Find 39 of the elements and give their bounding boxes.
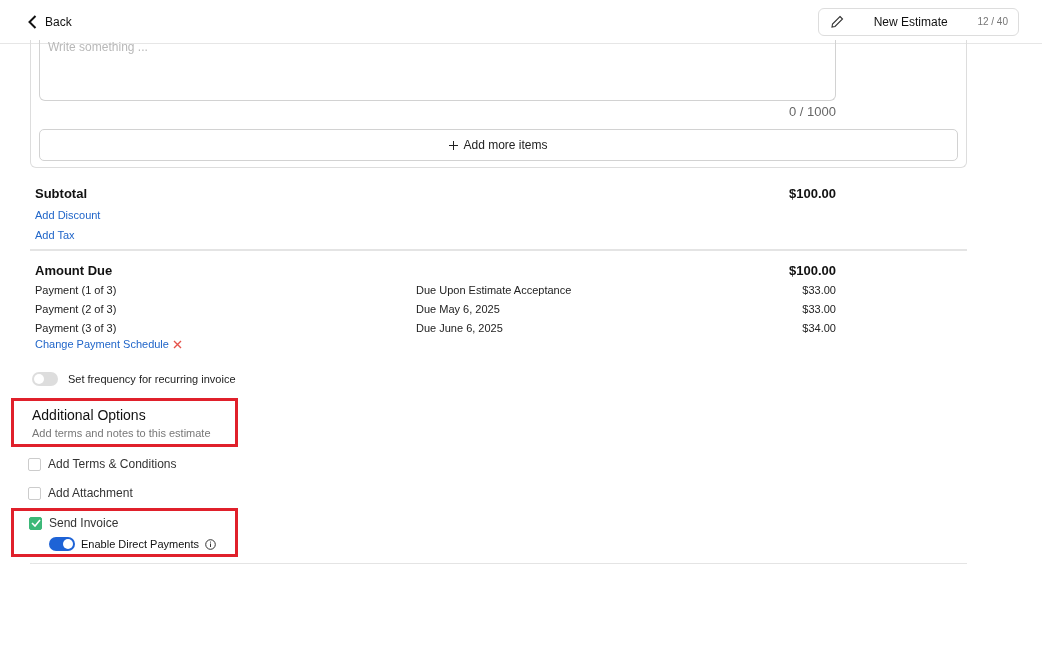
payment-label: Payment (3 of 3)	[35, 321, 118, 335]
option-label: Add Attachment	[48, 486, 133, 500]
section-title: Additional Options	[32, 407, 147, 423]
subtotal-value: $100.00	[789, 186, 836, 201]
payment-amount: $33.00	[802, 283, 836, 297]
pencil-icon	[831, 15, 844, 28]
toggle-switch[interactable]	[32, 372, 58, 386]
toggle-label: Enable Direct Payments	[81, 538, 199, 550]
text-link[interactable]: Add Discount	[35, 209, 101, 221]
checkbox[interactable]	[29, 516, 42, 530]
option-label: Add Terms & Conditions	[48, 457, 177, 471]
toggle-label: Set frequency for recurring invoice	[68, 373, 236, 385]
payment-label: Payment (1 of 3)	[35, 283, 118, 297]
placeholder-text: Write something ...	[48, 40, 148, 54]
section-subtitle: Add terms and notes to this estimate	[32, 427, 212, 439]
back-button[interactable]: Back	[28, 14, 72, 29]
subtotal-label: Subtotal	[35, 186, 87, 201]
title-field[interactable]: New Estimate 12 / 40	[818, 7, 1019, 36]
chevron-left-icon	[28, 14, 37, 29]
info-icon	[205, 538, 216, 550]
payment-due-date: Due May 6, 2025	[416, 302, 501, 316]
close-icon[interactable]	[172, 339, 182, 349]
amount-due-label: Amount Due	[35, 263, 113, 278]
character-counter: 0 / 1000	[788, 104, 836, 119]
payment-amount: $34.00	[802, 321, 836, 335]
character-counter: 12 / 40	[977, 16, 1008, 27]
change-schedule-link[interactable]: Change Payment Schedule	[35, 338, 169, 350]
amount-due-value: $100.00	[789, 263, 836, 278]
payment-amount: $33.00	[802, 302, 836, 316]
option-label: Send Invoice	[49, 516, 119, 530]
payment-due-date: Due Upon Estimate Acceptance	[416, 283, 573, 297]
toggle-switch[interactable]	[49, 537, 75, 551]
text-link[interactable]: Add Tax	[35, 229, 75, 241]
checkbox[interactable]	[28, 457, 41, 471]
add-items-button[interactable]: Add more items	[39, 129, 958, 161]
plus-icon	[449, 140, 459, 150]
checkbox[interactable]	[28, 486, 41, 500]
payment-label: Payment (2 of 3)	[35, 302, 118, 316]
payment-due-date: Due June 6, 2025	[416, 321, 504, 335]
